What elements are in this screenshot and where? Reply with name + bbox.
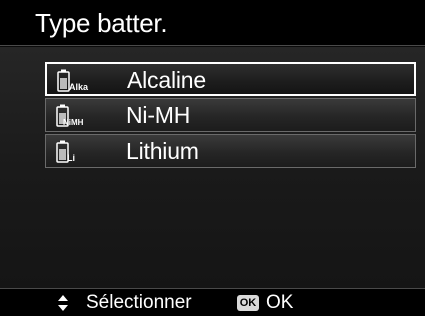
- page-title: Type batter.: [35, 8, 168, 38]
- menu-item-alcaline[interactable]: Alka Alcaline: [45, 62, 416, 96]
- battery-nimh-icon: NiMH: [56, 104, 84, 127]
- menu-panel: Alka Alcaline NiMH Ni-MH Li Lithium: [0, 47, 425, 288]
- ok-button-icon: OK: [237, 295, 259, 311]
- menu-item-lithium[interactable]: Li Lithium: [45, 134, 416, 168]
- select-hint-label: Sélectionner: [86, 292, 192, 313]
- battery-lithium-icon: Li: [56, 140, 75, 163]
- ok-hint-label: OK: [266, 292, 294, 313]
- footer-bar: Sélectionner OK OK: [0, 288, 425, 316]
- menu-item-label: Ni-MH: [126, 102, 191, 128]
- menu-item-ni-mh[interactable]: NiMH Ni-MH: [45, 98, 416, 132]
- svg-text:Alka: Alka: [69, 82, 89, 92]
- battery-alkaline-icon: Alka: [57, 69, 89, 92]
- svg-text:NiMH: NiMH: [63, 118, 84, 127]
- svg-text:Li: Li: [67, 153, 75, 163]
- menu-item-label: Lithium: [126, 138, 199, 164]
- up-down-arrows-icon: [58, 295, 68, 311]
- menu-item-label: Alcaline: [127, 67, 206, 93]
- title-bar: Type batter.: [0, 0, 425, 46]
